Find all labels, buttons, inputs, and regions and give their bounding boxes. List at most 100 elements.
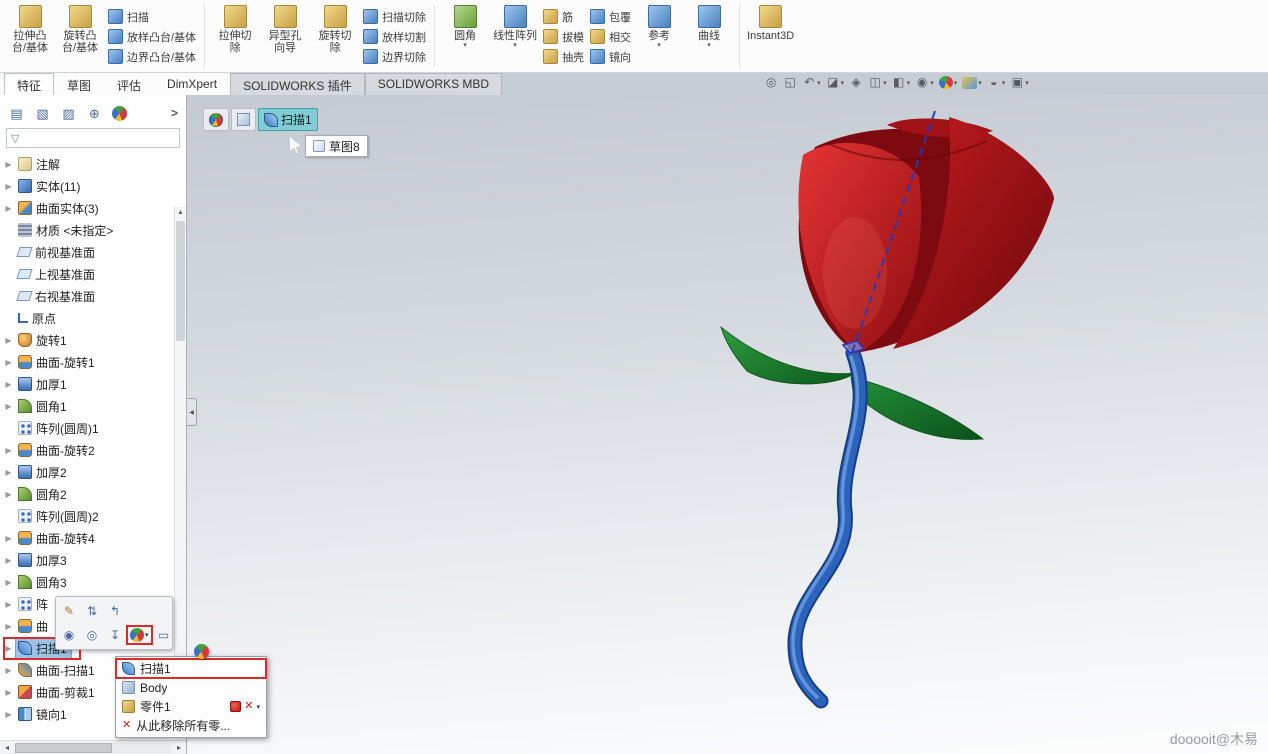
expand-arrow-icon[interactable]: ▶ xyxy=(4,380,13,389)
scroll-left-arrow-icon[interactable]: ◂ xyxy=(0,741,14,754)
breadcrumb-body[interactable] xyxy=(231,108,256,131)
expand-arrow-icon[interactable]: ▶ xyxy=(4,182,13,191)
expand-arrow-icon[interactable]: ▶ xyxy=(4,336,13,345)
expand-arrow-icon[interactable]: ▶ xyxy=(4,666,13,675)
ribbon-tab[interactable]: SOLIDWORKS 插件 xyxy=(230,73,365,95)
ribbon-tab[interactable]: 草图 xyxy=(54,73,104,95)
expand-arrow-icon[interactable]: ▶ xyxy=(4,534,13,543)
dropdown-arrow-icon[interactable]: ▾ xyxy=(513,42,517,50)
expand-arrow-icon[interactable]: ▶ xyxy=(4,578,13,587)
full-screen-icon[interactable]: ▣▾ xyxy=(1010,75,1029,90)
expand-arrow-icon[interactable]: ▶ xyxy=(4,490,13,499)
tree-item[interactable]: ▶ 材质 <未指定> xyxy=(2,219,186,241)
zoom-area-icon[interactable]: ◱▾ xyxy=(783,75,797,90)
expand-arrow-icon[interactable]: ▶ xyxy=(4,160,13,169)
panel-splitter-handle[interactable]: ◀ xyxy=(187,398,197,426)
breadcrumb-appearance[interactable] xyxy=(203,108,229,131)
tree-item[interactable]: ▶ 注解 xyxy=(2,153,186,175)
dropdown-arrow-icon[interactable]: ▾ xyxy=(707,42,711,50)
tree-filter-input[interactable]: ▽ xyxy=(6,128,180,148)
tree-item[interactable]: ▶ 上视基准面 xyxy=(2,263,186,285)
tree-item[interactable]: ▶ 阵列(圆周)2 xyxy=(2,505,186,527)
scrollbar-thumb[interactable] xyxy=(176,221,185,341)
scrollbar-track[interactable] xyxy=(15,743,171,753)
dimxpertmanager-icon[interactable]: ⊕ xyxy=(86,105,103,122)
menu-item-remove-all[interactable]: ✕ 从此移除所有零... xyxy=(116,716,266,735)
isolate-icon[interactable]: ◎▾ xyxy=(82,626,102,644)
appearance-ball-icon[interactable] xyxy=(194,644,209,659)
panel-horizontal-scrollbar[interactable]: ◂ ▸ xyxy=(0,740,186,754)
menu-item-body[interactable]: Body xyxy=(116,678,266,697)
hide-items-icon[interactable]: ◉▾ xyxy=(915,75,934,90)
expand-arrow-icon[interactable]: ▶ xyxy=(4,556,13,565)
expand-arrow-icon[interactable]: ▶ xyxy=(4,600,13,609)
tree-item[interactable]: ▶ 原点 xyxy=(2,307,186,329)
lofted-cut-button[interactable]: 放样切割 xyxy=(360,27,429,46)
hide-icon[interactable]: ◉▾ xyxy=(59,626,79,644)
view-settings-icon[interactable]: ◒▾ xyxy=(987,75,1006,90)
hole-wizard-button[interactable]: 异型孔 向导 xyxy=(260,1,310,71)
tree-item[interactable]: ▶ 曲面-旋转4 xyxy=(2,527,186,549)
tree-item[interactable]: ▶ 旋转1 xyxy=(2,329,186,351)
tree-item[interactable]: ▶ 加厚3 xyxy=(2,549,186,571)
sketch-chip[interactable]: 草图8 xyxy=(305,135,368,157)
tree-item[interactable]: ▶ 曲面实体(3) xyxy=(2,197,186,219)
expand-arrow-icon[interactable]: ▶ xyxy=(4,204,13,213)
displaymanager-icon[interactable] xyxy=(112,106,127,121)
dynamic-annotation-icon[interactable]: ◈▾ xyxy=(849,75,863,90)
tree-item[interactable]: ▶ 圆角3 xyxy=(2,571,186,593)
previous-view-icon[interactable]: ↶▾ xyxy=(802,75,821,90)
extruded-boss-button[interactable]: 拉伸凸 台/基体 xyxy=(5,1,55,71)
tree-item[interactable]: ▶ 右视基准面 xyxy=(2,285,186,307)
curves-button[interactable]: 曲线 ▾ xyxy=(684,1,734,71)
tree-item[interactable]: ▶ 圆角2 xyxy=(2,483,186,505)
remove-appearance-icon[interactable]: ✕ xyxy=(244,700,253,713)
intersect-button[interactable]: 相交 xyxy=(587,27,634,46)
menu-item-part1[interactable]: 零件1 ✕ ▾ xyxy=(116,697,266,716)
edit-appearance-icon[interactable]: ▾ xyxy=(939,76,958,89)
ribbon-tab[interactable]: 特征 xyxy=(4,73,54,95)
tree-item[interactable]: ▶ 曲面-旋转2 xyxy=(2,439,186,461)
instant3d-button[interactable]: Instant3D xyxy=(745,1,796,71)
view-orientation-icon[interactable]: ◫▾ xyxy=(868,75,887,90)
dropdown-arrow-icon[interactable]: ▾ xyxy=(657,42,661,50)
wrap-button[interactable]: 包覆 xyxy=(587,7,634,26)
scroll-right-arrow-icon[interactable]: ▸ xyxy=(172,741,186,754)
appearance-color-icon[interactable] xyxy=(230,701,241,712)
lofted-boss-button[interactable]: 放样凸台/基体 xyxy=(105,27,199,46)
tree-item[interactable]: ▶ 实体(11) xyxy=(2,175,186,197)
tree-item[interactable]: ▶ 加厚2 xyxy=(2,461,186,483)
tree-item[interactable]: ▶ 圆角1 xyxy=(2,395,186,417)
reference-geometry-button[interactable]: 参考 ▾ xyxy=(634,1,684,71)
boundary-boss-button[interactable]: 边界凸台/基体 xyxy=(105,47,199,66)
revolved-boss-button[interactable]: 旋转凸 台/基体 xyxy=(55,1,105,71)
tree-item[interactable]: ▶ 加厚1 xyxy=(2,373,186,395)
draft-button[interactable]: 拔模 xyxy=(540,27,587,46)
shell-button[interactable]: 抽壳 xyxy=(540,47,587,66)
expand-arrow-icon[interactable]: ▶ xyxy=(4,644,13,653)
scrollbar-thumb[interactable] xyxy=(15,743,112,753)
zoom-fit-icon[interactable]: ◎▾ xyxy=(764,75,778,90)
featuremanager-tree-icon[interactable]: ▤ xyxy=(8,105,25,122)
rib-button[interactable]: 筋 xyxy=(540,7,587,26)
dropdown-arrow-icon[interactable]: ▾ xyxy=(463,42,467,50)
expand-arrow-icon[interactable]: ▶ xyxy=(4,358,13,367)
reorder-features-icon[interactable]: ⇅▾ xyxy=(82,602,102,620)
display-style-icon[interactable]: ◧▾ xyxy=(892,75,911,90)
linear-pattern-button[interactable]: 线性阵列 ▾ xyxy=(490,1,540,71)
expand-arrow-icon[interactable]: ▶ xyxy=(4,402,13,411)
ribbon-tab[interactable]: SOLIDWORKS MBD xyxy=(365,73,502,95)
tree-item[interactable]: ▶ 阵列(圆周)1 xyxy=(2,417,186,439)
expand-arrow-icon[interactable]: ▶ xyxy=(4,710,13,719)
boundary-cut-button[interactable]: 边界切除 xyxy=(360,47,429,66)
tree-vertical-scrollbar[interactable]: ▲ xyxy=(174,207,186,726)
scroll-up-arrow-icon[interactable]: ▲ xyxy=(175,207,186,219)
panel-expand-arrow-icon[interactable]: > xyxy=(171,106,178,120)
collapse-items-icon[interactable]: ↧▾ xyxy=(105,626,125,644)
swept-boss-button[interactable]: 扫描 xyxy=(105,7,199,26)
fillet-button[interactable]: 圆角 ▾ xyxy=(440,1,490,71)
revolved-cut-button[interactable]: 旋转切 除 xyxy=(310,1,360,71)
mirror-button[interactable]: 镜向 xyxy=(587,47,634,66)
configurationmanager-icon[interactable]: ▨ xyxy=(60,105,77,122)
menu-item-sweep1[interactable]: 扫描1 xyxy=(116,659,266,678)
